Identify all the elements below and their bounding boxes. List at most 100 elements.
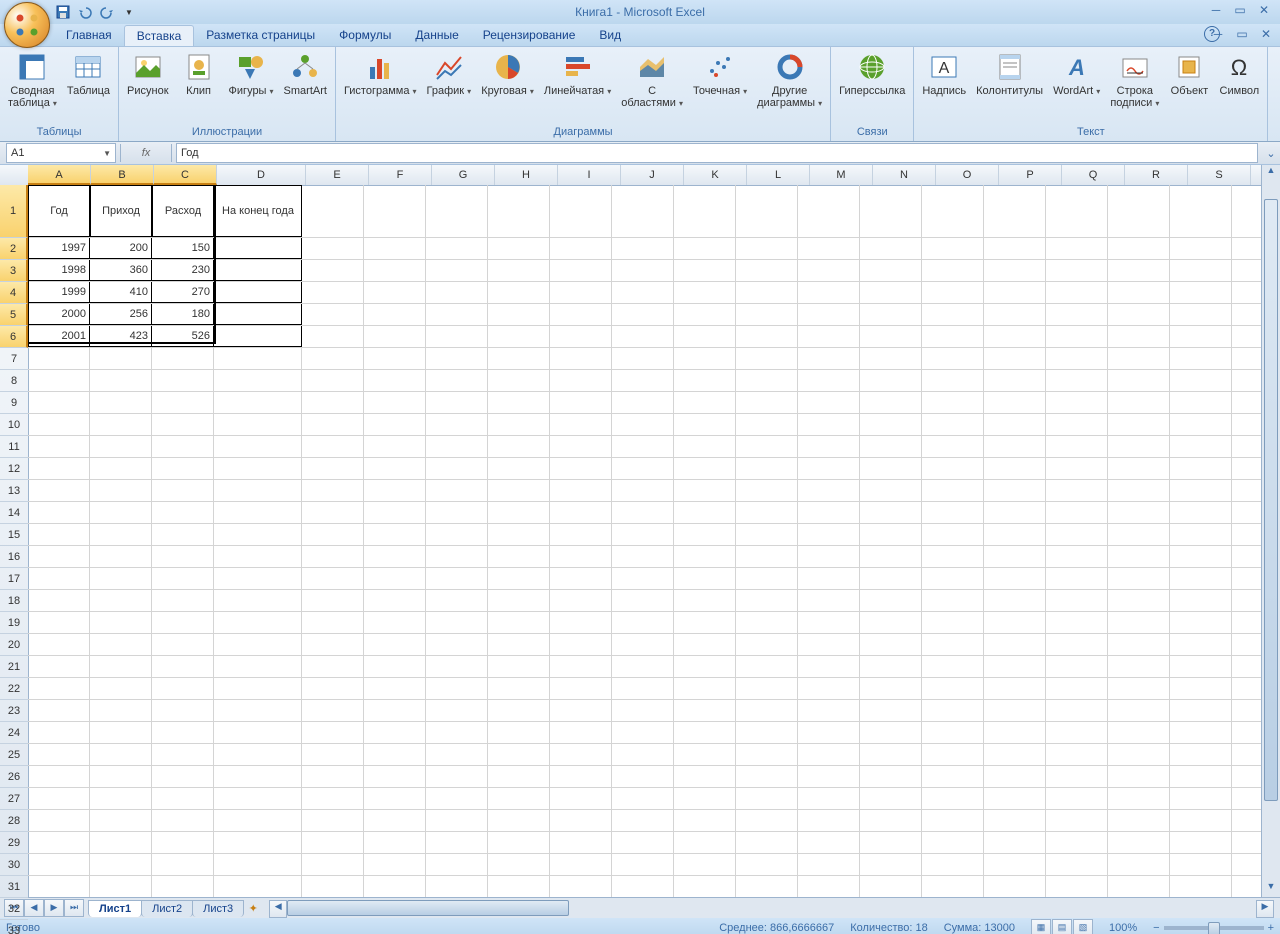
cell[interactable] xyxy=(798,656,860,677)
cell[interactable] xyxy=(488,876,550,897)
cell[interactable] xyxy=(798,348,860,369)
row-header[interactable]: 20 xyxy=(0,634,28,656)
zoom-out-icon[interactable]: − xyxy=(1153,922,1159,934)
row-header[interactable]: 12 xyxy=(0,458,28,480)
cell[interactable] xyxy=(984,832,1046,853)
cell[interactable] xyxy=(364,348,426,369)
column-header[interactable]: Q xyxy=(1062,165,1125,185)
cell[interactable] xyxy=(1170,392,1232,413)
cell[interactable] xyxy=(302,612,364,633)
cell[interactable] xyxy=(736,700,798,721)
cell[interactable] xyxy=(922,392,984,413)
column-header[interactable]: O xyxy=(936,165,999,185)
cell[interactable] xyxy=(922,370,984,391)
cell[interactable] xyxy=(214,260,302,281)
cell[interactable] xyxy=(1108,788,1170,809)
cell[interactable] xyxy=(1170,744,1232,765)
cell[interactable] xyxy=(1046,436,1108,457)
cell[interactable] xyxy=(90,810,152,831)
cell[interactable] xyxy=(488,810,550,831)
cell[interactable] xyxy=(612,810,674,831)
cell[interactable] xyxy=(550,722,612,743)
row-header[interactable]: 30 xyxy=(0,854,28,876)
cell[interactable] xyxy=(152,722,214,743)
cell[interactable] xyxy=(550,546,612,567)
row-header[interactable]: 32 xyxy=(0,898,28,920)
cell[interactable] xyxy=(674,722,736,743)
scroll-thumb[interactable] xyxy=(1264,199,1278,801)
cell[interactable] xyxy=(736,185,798,237)
cell[interactable] xyxy=(364,458,426,479)
cell[interactable] xyxy=(364,634,426,655)
zoom-in-icon[interactable]: + xyxy=(1268,922,1274,934)
cell[interactable] xyxy=(426,436,488,457)
cell[interactable] xyxy=(488,744,550,765)
cell[interactable] xyxy=(612,370,674,391)
cell[interactable] xyxy=(214,766,302,787)
cell[interactable] xyxy=(302,788,364,809)
cell[interactable] xyxy=(674,590,736,611)
cell[interactable] xyxy=(1170,634,1232,655)
cell[interactable] xyxy=(152,392,214,413)
cell[interactable] xyxy=(1170,480,1232,501)
cell[interactable] xyxy=(550,656,612,677)
cell[interactable] xyxy=(302,348,364,369)
zoom-level[interactable]: 100% xyxy=(1109,922,1137,934)
cell[interactable] xyxy=(302,260,364,281)
cell[interactable] xyxy=(1108,546,1170,567)
cell[interactable] xyxy=(674,854,736,875)
cell[interactable] xyxy=(1108,436,1170,457)
cell[interactable] xyxy=(612,458,674,479)
cell[interactable] xyxy=(550,458,612,479)
cell[interactable] xyxy=(302,568,364,589)
cell[interactable] xyxy=(302,722,364,743)
cell[interactable] xyxy=(984,436,1046,457)
cell[interactable] xyxy=(302,502,364,523)
row-header[interactable]: 6 xyxy=(0,326,28,348)
cell[interactable] xyxy=(1046,502,1108,523)
cell[interactable] xyxy=(302,326,364,347)
cell[interactable] xyxy=(798,524,860,545)
cell[interactable] xyxy=(28,546,90,567)
cell[interactable] xyxy=(488,788,550,809)
cell[interactable] xyxy=(1046,590,1108,611)
cell[interactable] xyxy=(426,722,488,743)
cell[interactable] xyxy=(90,832,152,853)
cell[interactable] xyxy=(860,744,922,765)
cell[interactable] xyxy=(674,810,736,831)
row-header[interactable]: 13 xyxy=(0,480,28,502)
cell[interactable] xyxy=(488,458,550,479)
cell[interactable] xyxy=(28,414,90,435)
cell[interactable] xyxy=(28,744,90,765)
row-header[interactable]: 8 xyxy=(0,370,28,392)
cell[interactable] xyxy=(426,524,488,545)
cell[interactable] xyxy=(674,546,736,567)
cell[interactable] xyxy=(90,656,152,677)
cell[interactable] xyxy=(798,612,860,633)
cell[interactable] xyxy=(984,414,1046,435)
cell[interactable] xyxy=(674,678,736,699)
cell[interactable] xyxy=(550,876,612,897)
ribbon-линейчатая[interactable]: Линейчатая ▾ xyxy=(540,49,615,99)
cell[interactable] xyxy=(612,766,674,787)
cell[interactable] xyxy=(550,348,612,369)
cell[interactable] xyxy=(550,788,612,809)
cell[interactable] xyxy=(426,810,488,831)
cell[interactable] xyxy=(550,590,612,611)
row-header[interactable]: 19 xyxy=(0,612,28,634)
cell[interactable] xyxy=(152,634,214,655)
cell[interactable] xyxy=(426,502,488,523)
cell[interactable]: 360 xyxy=(90,260,152,281)
cell[interactable] xyxy=(364,480,426,501)
cell[interactable] xyxy=(736,392,798,413)
cell[interactable] xyxy=(214,326,302,347)
ribbon-tab-разметка страницы[interactable]: Разметка страницы xyxy=(194,25,327,46)
row-header[interactable]: 17 xyxy=(0,568,28,590)
cell[interactable] xyxy=(28,436,90,457)
cell[interactable]: 1998 xyxy=(28,260,90,281)
cell[interactable] xyxy=(302,282,364,303)
cell[interactable] xyxy=(1046,876,1108,897)
cell[interactable] xyxy=(860,348,922,369)
cell[interactable] xyxy=(152,590,214,611)
cell[interactable] xyxy=(488,766,550,787)
